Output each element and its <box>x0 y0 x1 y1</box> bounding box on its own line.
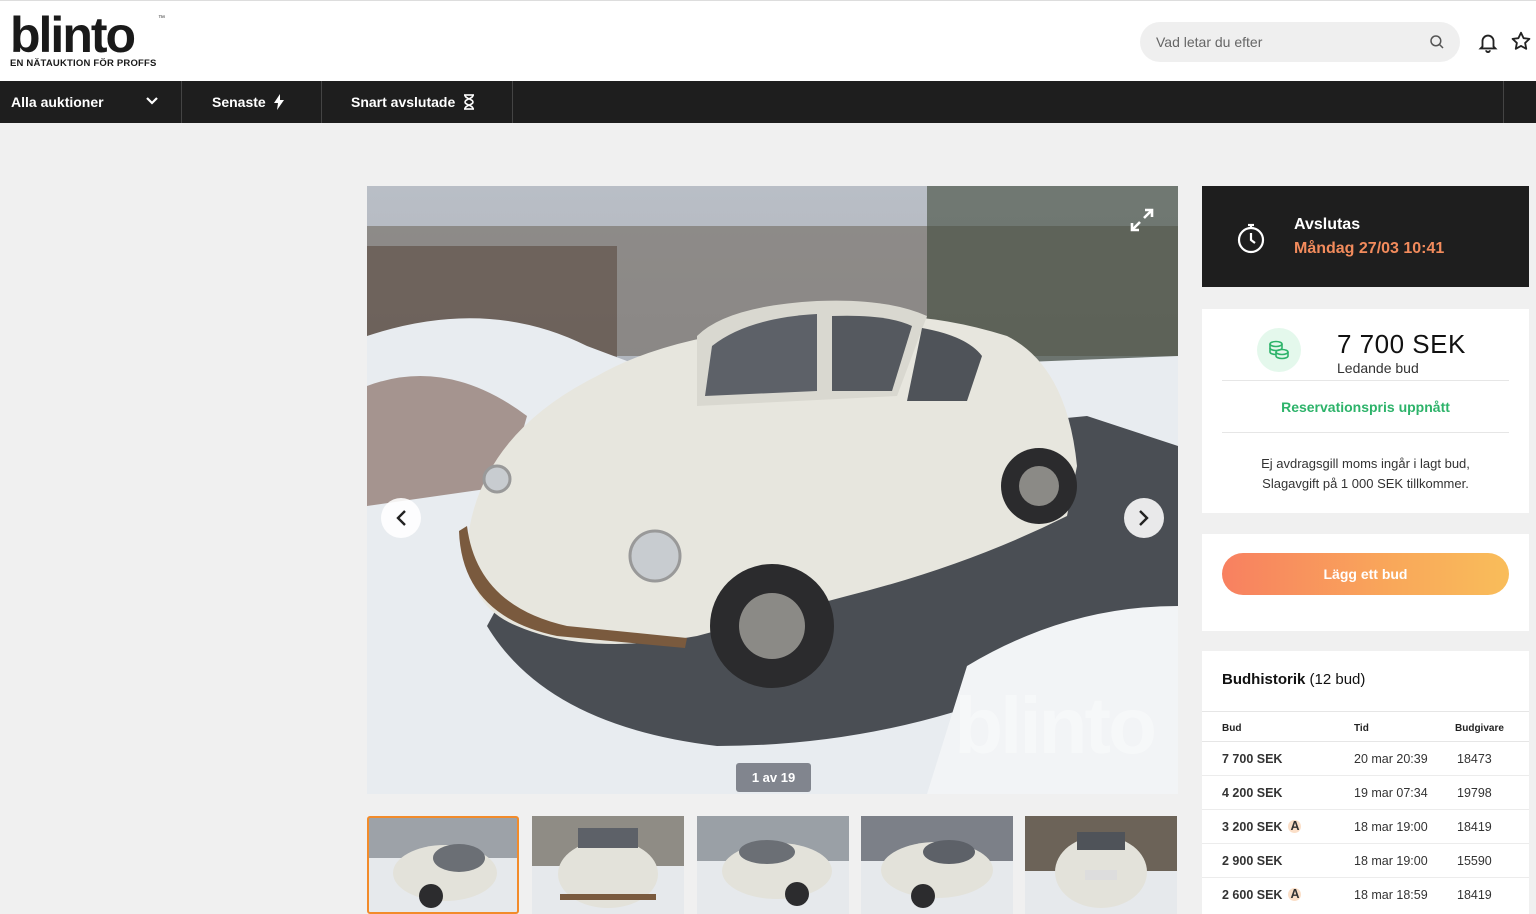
stopwatch-icon <box>1237 223 1265 254</box>
bid-history-heading: Budhistorik <box>1222 671 1306 688</box>
star-icon[interactable] <box>1510 30 1532 52</box>
vat-note: Ej avdragsgill moms ingår i lagt bud, Sl… <box>1222 454 1509 494</box>
vat-note-line: Ej avdragsgill moms ingår i lagt bud, <box>1261 456 1470 471</box>
site-header: blinto ™ EN NÄTAUKTION FÖR PROFFS <box>0 0 1536 81</box>
bid-history-row: 2 900 SEK 18 mar 19:00 15590 <box>1202 844 1529 878</box>
bid-count: (12 bud) <box>1309 671 1366 688</box>
nav-all-auctions-label: Alla auktioner <box>11 94 104 110</box>
search-input[interactable] <box>1156 22 1426 62</box>
bid-row-amount: 4 200 SEK <box>1222 786 1283 800</box>
bid-row-amount: 2 600 SEK A <box>1222 887 1302 902</box>
bid-row-amount: 2 900 SEK <box>1222 854 1283 868</box>
bid-row-time: 18 mar 18:59 <box>1354 888 1428 902</box>
lightning-icon <box>273 94 284 110</box>
bid-row-time: 18 mar 19:00 <box>1354 820 1428 834</box>
column-header-bidder: Budgivare <box>1455 723 1504 734</box>
ends-label: Avslutas <box>1294 216 1361 233</box>
next-photo-button[interactable] <box>1124 498 1164 538</box>
bid-history-row: 4 200 SEK 19 mar 07:34 19798 <box>1202 776 1529 810</box>
thumbnail-strip <box>367 816 1178 914</box>
column-header-time: Tid <box>1354 723 1369 734</box>
coins-icon-badge <box>1257 328 1301 372</box>
bid-history-row: 3 200 SEK A 18 mar 19:00 18419 <box>1202 810 1529 844</box>
place-bid-button[interactable]: Lägg ett bud <box>1222 553 1509 595</box>
bid-history-title: Budhistorik (12 bud) <box>1222 671 1365 688</box>
chevron-left-icon <box>396 510 406 526</box>
leading-bid-panel: 7 700 SEK Ledande bud Reservationspris u… <box>1202 309 1529 513</box>
chevron-right-icon <box>1139 510 1149 526</box>
bid-history-row: 2 600 SEK A 18 mar 18:59 18419 <box>1202 878 1529 912</box>
reserve-status: Reservationspris uppnått <box>1281 399 1450 415</box>
bid-row-bidder: 18419 <box>1457 888 1492 902</box>
bid-row-amount: 7 700 SEK <box>1222 752 1283 766</box>
ends-date: Måndag 27/03 10:41 <box>1294 240 1445 257</box>
nav-ending-soon-label: Snart avslutade <box>351 94 456 110</box>
bid-row-amount: 3 200 SEK A <box>1222 819 1302 834</box>
bid-row-bidder: 18473 <box>1457 752 1492 766</box>
main-nav: Alla auktioner Senaste Snart avslutade <box>0 81 1536 123</box>
bid-history-row: 7 700 SEK 20 mar 20:39 18473 <box>1202 742 1529 776</box>
coins-icon <box>1269 340 1289 360</box>
divider <box>1202 711 1529 712</box>
chevron-down-icon <box>146 97 158 105</box>
blinto-logo[interactable]: blinto ™ EN NÄTAUKTION FÖR PROFFS <box>10 7 165 69</box>
bid-row-bidder: 18419 <box>1457 820 1492 834</box>
auction-end-panel: Avslutas Måndag 27/03 10:41 <box>1202 186 1529 287</box>
divider <box>1222 380 1509 381</box>
thumbnail[interactable] <box>861 816 1013 914</box>
bid-row-bidder: 15590 <box>1457 854 1492 868</box>
auto-bid-badge: A <box>1288 819 1302 833</box>
leading-bid-amount: 7 700 SEK <box>1337 329 1466 359</box>
bid-row-time: 19 mar 07:34 <box>1354 786 1428 800</box>
search-bar <box>1140 22 1460 62</box>
thumbnail[interactable] <box>367 816 519 914</box>
photo-counter: 1 av 19 <box>736 763 811 792</box>
previous-photo-button[interactable] <box>381 498 421 538</box>
photo-watermark: blinto <box>954 681 1157 770</box>
divider <box>1222 432 1509 433</box>
expand-icon[interactable] <box>1128 206 1156 234</box>
thumbnail[interactable] <box>1025 816 1177 914</box>
logo-word: blinto <box>10 7 136 63</box>
logo-trademark: ™ <box>158 15 165 22</box>
nav-divider <box>1503 81 1504 123</box>
nav-latest[interactable]: Senaste <box>182 81 322 123</box>
leading-bid-label: Ledande bud <box>1337 360 1419 376</box>
bid-history-panel: Budhistorik (12 bud) Bud Tid Budgivare 7… <box>1202 651 1529 914</box>
vat-note-line: Slagavgift på 1 000 SEK tillkommer. <box>1262 476 1469 491</box>
nav-all-auctions[interactable]: Alla auktioner <box>0 81 182 123</box>
bell-icon[interactable] <box>1477 31 1499 53</box>
thumbnail[interactable] <box>697 816 849 914</box>
nav-ending-soon[interactable]: Snart avslutade <box>322 81 513 123</box>
auto-bid-badge: A <box>1288 887 1302 901</box>
bid-row-time: 20 mar 20:39 <box>1354 752 1428 766</box>
column-header-bid: Bud <box>1222 723 1242 734</box>
thumbnail[interactable] <box>532 816 684 914</box>
place-bid-panel: Lägg ett bud <box>1202 534 1529 631</box>
logo-tagline: EN NÄTAUKTION FÖR PROFFS <box>10 58 157 69</box>
search-icon[interactable] <box>1428 33 1446 51</box>
main-photo[interactable]: blinto 1 av 19 <box>367 186 1178 794</box>
bid-row-time: 18 mar 19:00 <box>1354 854 1428 868</box>
hourglass-icon <box>464 94 475 110</box>
nav-latest-label: Senaste <box>212 94 266 110</box>
bid-row-bidder: 19798 <box>1457 786 1492 800</box>
